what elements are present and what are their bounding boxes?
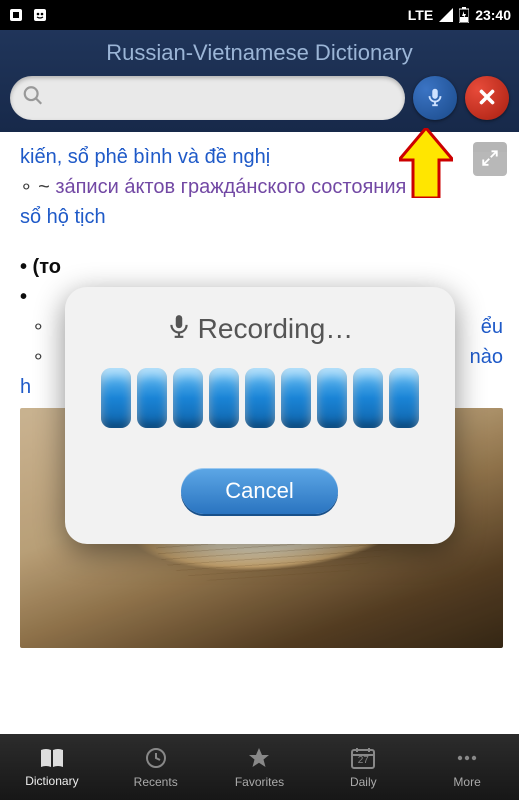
microphone-icon [166, 313, 192, 346]
recording-dialog: Recording… Cancel [65, 287, 455, 544]
dialog-title: Recording… [198, 313, 354, 345]
recording-dialog-overlay: Recording… Cancel [0, 0, 519, 800]
cancel-button[interactable]: Cancel [181, 468, 337, 514]
audio-level-bars [87, 368, 433, 428]
